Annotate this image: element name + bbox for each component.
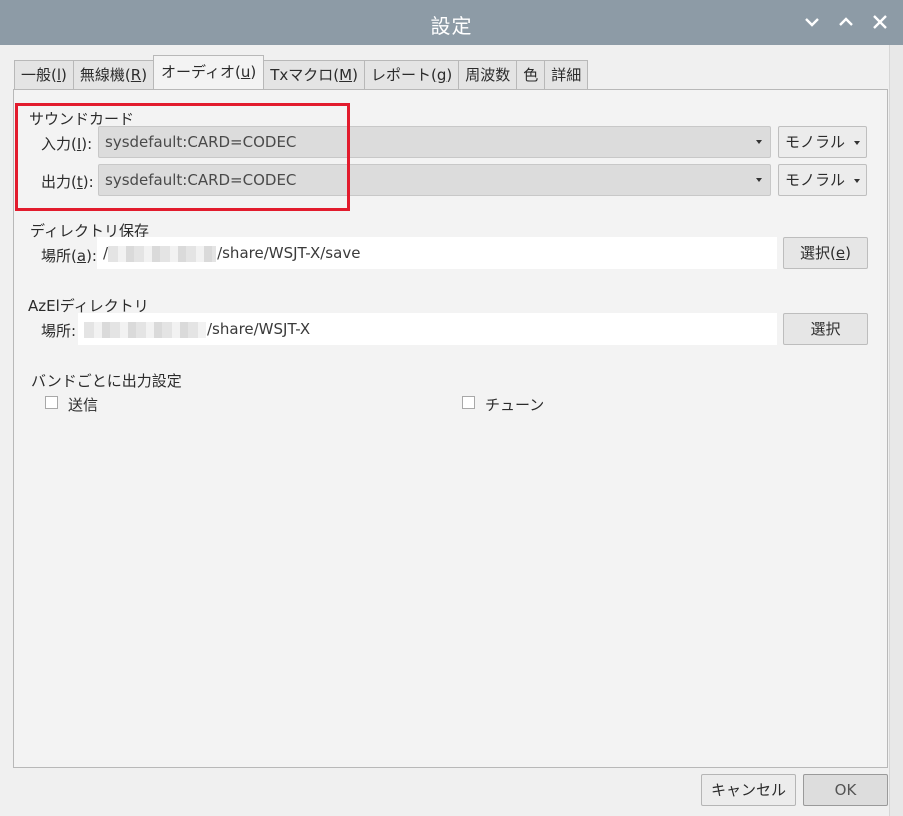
tune-checkbox[interactable]	[462, 396, 475, 409]
close-icon[interactable]	[866, 8, 894, 36]
band-output-heading: バンドごとに出力設定	[31, 372, 182, 390]
transmit-checkbox[interactable]	[45, 396, 58, 409]
tab-tx-macros[interactable]: Txマクロ(M)	[263, 60, 365, 89]
output-channel-value: モノラル	[785, 171, 846, 189]
input-channel-select[interactable]: モノラル	[778, 126, 867, 158]
output-channel-select[interactable]: モノラル	[778, 164, 867, 196]
azel-dir-select-button[interactable]: 選択	[783, 313, 868, 345]
maximize-chevron-up-icon[interactable]	[832, 8, 860, 36]
minimize-chevron-down-icon[interactable]	[798, 8, 826, 36]
save-dir-select-button[interactable]: 選択(e)	[783, 237, 868, 269]
tab-advanced[interactable]: 詳細	[544, 60, 589, 89]
azel-dir-path-field[interactable]: /share/WSJT-X	[78, 313, 777, 345]
tab-general[interactable]: 一般(l)	[14, 60, 74, 89]
window-title: 設定	[430, 14, 473, 38]
input-device-select[interactable]: sysdefault:CARD=CODEC	[98, 126, 771, 158]
save-dir-label: 場所(a):	[41, 247, 97, 265]
output-device-select[interactable]: sysdefault:CARD=CODEC	[98, 164, 771, 196]
tab-frequencies[interactable]: 周波数	[458, 60, 518, 89]
tune-label: チューン	[485, 396, 545, 414]
background-window-edge	[889, 45, 903, 816]
azel-dir-label: 場所:	[41, 322, 77, 340]
ok-button[interactable]: OK	[803, 774, 888, 806]
cancel-button[interactable]: キャンセル	[701, 774, 796, 806]
save-dir-path-field[interactable]: //share/WSJT-X/save	[97, 237, 777, 269]
tab-reporting[interactable]: レポート(g)	[363, 60, 460, 89]
input-channel-value: モノラル	[785, 133, 846, 151]
redacted-path	[108, 245, 217, 262]
dropdown-arrow-icon	[854, 179, 860, 183]
output-label: 出力(t):	[41, 173, 94, 191]
tab-audio[interactable]: オーディオ(u)	[153, 55, 265, 89]
redacted-path	[84, 321, 206, 338]
save-dir-path-suffix: /share/WSJT-X/save	[217, 244, 361, 262]
tab-bar: 一般(l) 無線機(R) オーディオ(u) Txマクロ(M) レポート(g) 周…	[14, 55, 589, 89]
dropdown-arrow-icon	[854, 141, 860, 145]
title-bar: 設定	[0, 0, 903, 45]
input-label: 入力(I):	[41, 135, 93, 153]
dropdown-arrow-icon	[756, 140, 762, 144]
tab-radio[interactable]: 無線機(R)	[72, 60, 155, 89]
tab-colors[interactable]: 色	[516, 60, 546, 89]
output-device-value: sysdefault:CARD=CODEC	[105, 171, 297, 189]
dropdown-arrow-icon	[756, 178, 762, 182]
input-device-value: sysdefault:CARD=CODEC	[105, 133, 297, 151]
azel-dir-path-suffix: /share/WSJT-X	[207, 320, 311, 338]
transmit-label: 送信	[68, 396, 99, 414]
